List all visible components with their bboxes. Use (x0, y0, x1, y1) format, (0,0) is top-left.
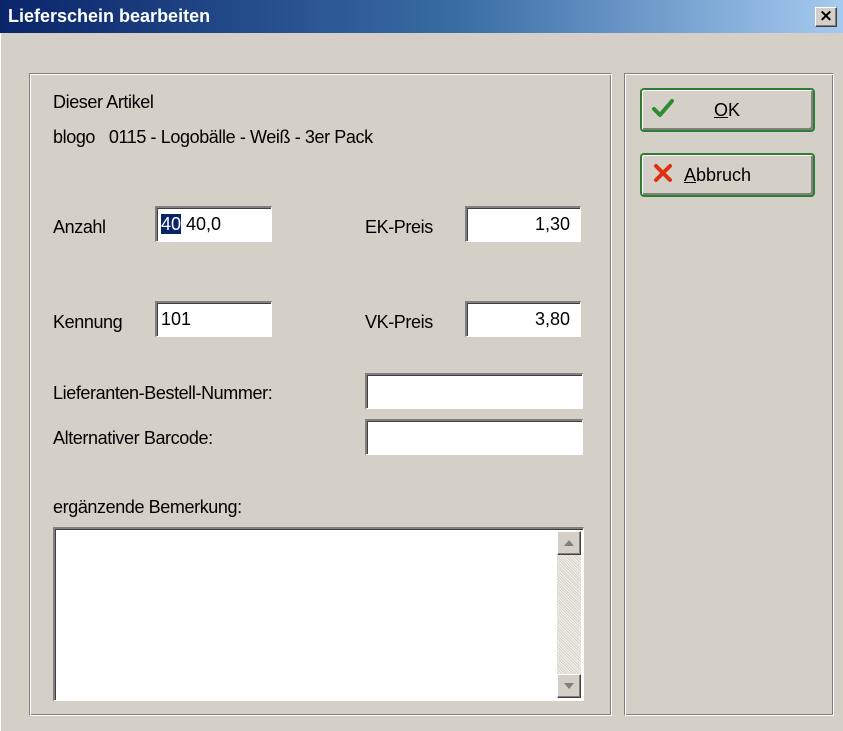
ok-label: OK (714, 100, 741, 120)
anzahl-label: Anzahl (53, 217, 106, 237)
cross-icon (654, 164, 672, 182)
bemerkung-textarea[interactable] (53, 527, 584, 701)
checkmark-icon (652, 99, 674, 117)
abbruch-button[interactable]: Abbruch (640, 153, 815, 197)
anzahl-selection: 40 (161, 214, 182, 234)
lieferanten-bestell-nummer-label: Lieferanten-Bestell-Nummer: (53, 383, 273, 403)
vk-preis-label: VK-Preis (365, 312, 433, 332)
kennung-field[interactable]: 101 (155, 301, 272, 337)
bemerkung-label: ergänzende Bemerkung: (53, 497, 242, 517)
anzahl-field[interactable]: 40 40,0 (155, 206, 272, 242)
arrow-down-icon (564, 683, 574, 689)
article-description: blogo 0115 - Logobälle - Weiß - 3er Pack (53, 127, 373, 147)
ek-preis-field[interactable]: 1,30 (465, 206, 581, 242)
abbruch-label: Abbruch (684, 165, 752, 185)
alternativer-barcode-label: Alternativer Barcode: (53, 428, 213, 448)
window-frame (0, 33, 7, 731)
kennung-label: Kennung (53, 312, 123, 332)
anzahl-value: 40,0 (181, 214, 222, 234)
arrow-up-icon (564, 540, 574, 546)
close-button[interactable]: × (815, 7, 837, 27)
bemerkung-scrollbar[interactable] (557, 531, 581, 698)
scroll-up-button[interactable] (557, 531, 581, 555)
vk-preis-field[interactable]: 3,80 (465, 301, 581, 337)
ok-button[interactable]: OK (640, 88, 815, 132)
alternativer-barcode-field[interactable] (365, 419, 583, 455)
window-title: Lieferschein bearbeiten (8, 6, 211, 26)
close-icon: × (818, 6, 834, 26)
lieferanten-bestell-nummer-field[interactable] (365, 373, 583, 409)
ek-preis-label: EK-Preis (365, 217, 433, 237)
scroll-down-button[interactable] (557, 674, 581, 698)
title-bar[interactable]: Lieferschein bearbeiten × (0, 0, 843, 33)
article-label: Dieser Artikel (53, 92, 154, 112)
